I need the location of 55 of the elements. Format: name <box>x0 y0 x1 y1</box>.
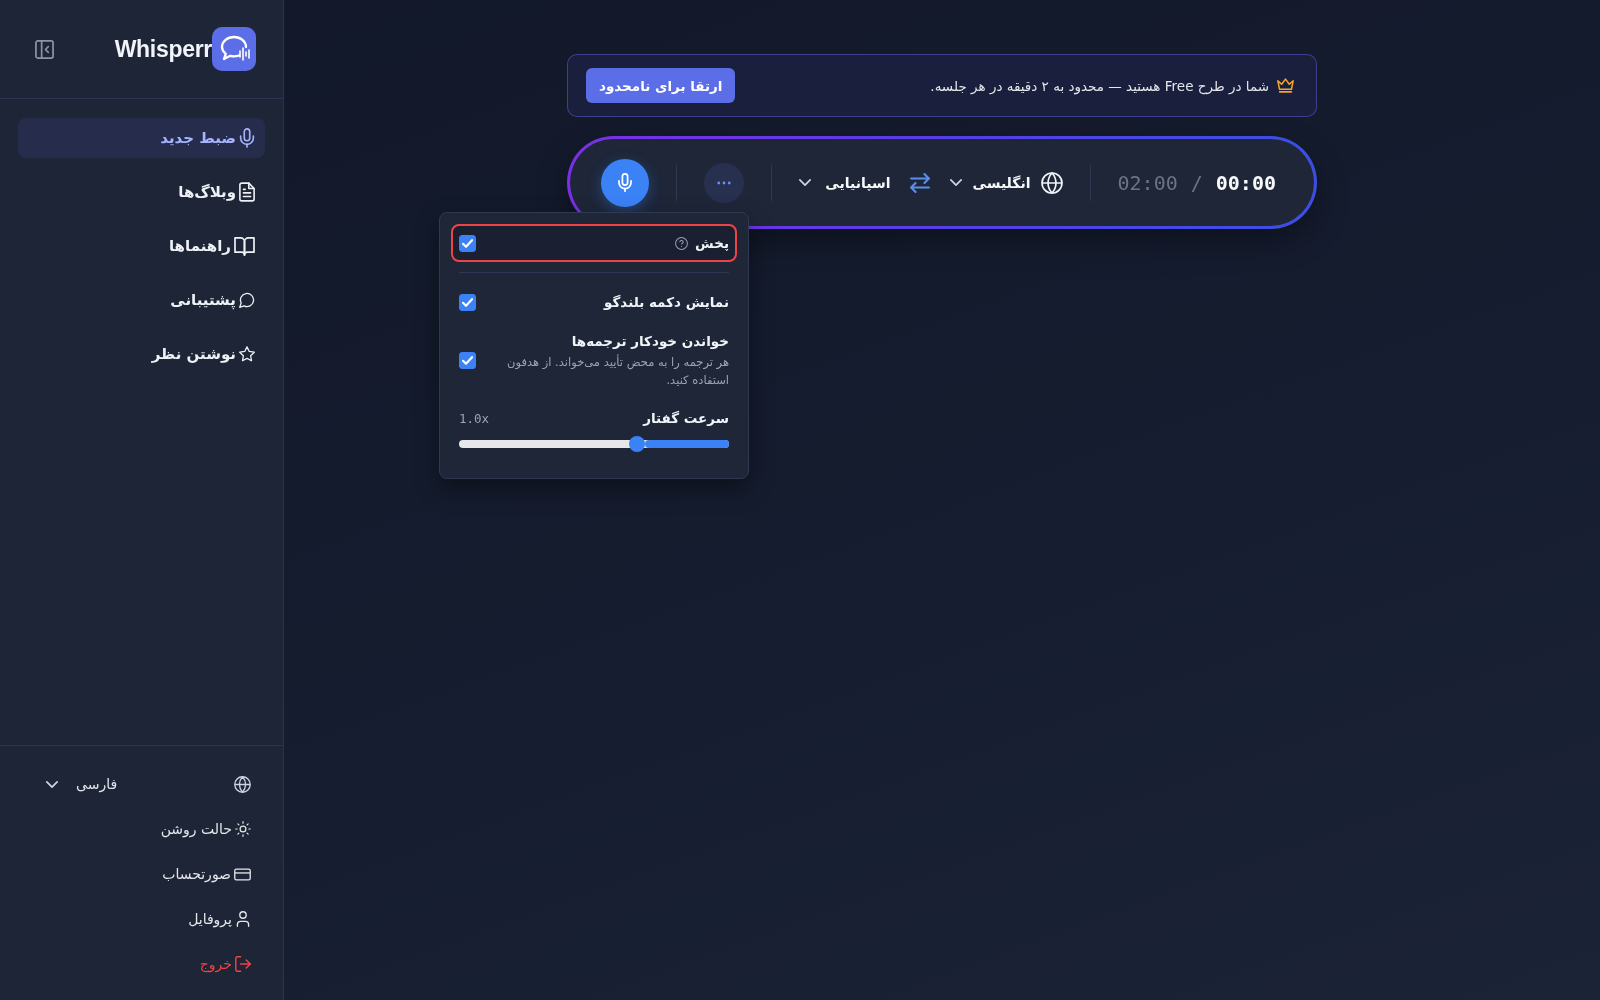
checkmark-icon <box>462 297 473 307</box>
swap-arrows-icon[interactable] <box>910 172 931 193</box>
nav-item[interactable]: راهنماها <box>18 226 265 266</box>
option-description: هر ترجمه را به محض تأیید می‌خواند. از هدفون استفاده کنید. <box>506 353 729 389</box>
upgrade-button[interactable]: ارتقا برای نامحدود <box>586 68 736 103</box>
option-label: پخش <box>695 234 729 253</box>
checkbox[interactable] <box>459 293 476 311</box>
dots-icon <box>717 180 732 185</box>
language-select[interactable]: فارسی <box>46 776 118 792</box>
globe-icon <box>234 775 251 793</box>
option-row[interactable]: نمایش دکمه بلندگو <box>451 292 737 312</box>
sidebar-link[interactable]: پروفایل <box>188 901 251 937</box>
document-icon <box>239 182 255 202</box>
nav-item[interactable]: پشتیبانی <box>18 280 265 320</box>
sidebar-link[interactable]: خروج <box>199 946 251 982</box>
chevron-down-icon <box>950 179 963 186</box>
slider-thumb[interactable] <box>629 436 646 452</box>
microphone-icon <box>239 128 255 148</box>
elapsed-time: 00:00 <box>1215 170 1276 195</box>
nav-item[interactable]: نوشتن نظر <box>18 334 265 374</box>
credit-card-icon <box>234 867 251 881</box>
chevron-down-icon <box>46 780 58 788</box>
sidebar-link[interactable]: صورتحساب <box>162 856 251 892</box>
option-row[interactable]: پخش <box>451 224 737 262</box>
option-label: نمایش دکمه بلندگو <box>604 293 729 312</box>
option-label: خواندن خودکار ترجمه‌ها <box>571 332 729 351</box>
target-language-select[interactable]: اسپانیایی <box>799 174 891 191</box>
checkmark-icon <box>462 238 473 248</box>
time-limit: 02:00 <box>1117 170 1178 195</box>
checkmark-icon <box>462 355 473 365</box>
checkbox[interactable] <box>459 351 476 369</box>
brand-name: Whisperr <box>114 35 212 63</box>
crown-icon <box>1277 78 1294 93</box>
checkbox[interactable] <box>459 234 476 252</box>
slider-value: 1.0x <box>459 410 490 426</box>
sun-icon <box>235 821 251 837</box>
nav-item[interactable]: ضبط جدید <box>18 118 265 158</box>
star-icon <box>239 344 255 364</box>
source-language-select[interactable]: انگلیسی <box>950 171 1063 194</box>
time-separator: / <box>1190 170 1203 195</box>
nav-item[interactable]: وبلاگ‌ها <box>18 172 265 212</box>
chat-bubble-logo-icon <box>212 27 256 71</box>
sidebar-collapse-icon[interactable] <box>35 39 54 59</box>
user-icon <box>235 911 251 927</box>
globe-icon <box>1040 171 1063 194</box>
chevron-down-icon <box>799 179 812 186</box>
slider-label: سرعت گفتار <box>643 409 729 428</box>
plan-message: شما در طرح Free هستید — محدود به ۲ دقیقه در هر جلسه. <box>930 77 1269 94</box>
sidebar-link[interactable]: حالت روشن <box>160 811 251 847</box>
microphone-icon <box>618 173 633 192</box>
record-button[interactable] <box>601 158 650 207</box>
help-icon[interactable] <box>675 236 689 250</box>
chat-bubble-icon <box>239 290 255 310</box>
option-row[interactable]: خواندن خودکار ترجمه‌ها هر ترجمه را به محض تأیید می‌خواند. از هدفون استفاده کنید. <box>451 331 737 389</box>
book-icon <box>234 236 255 256</box>
